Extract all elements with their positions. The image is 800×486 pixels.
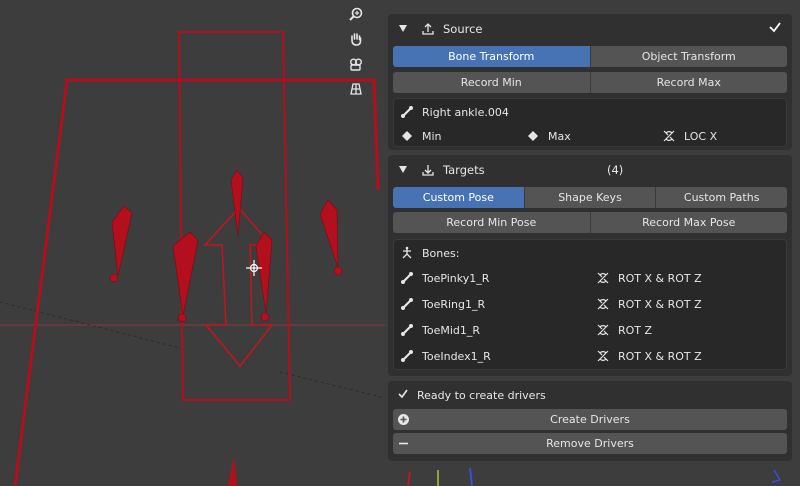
remove-drivers-button[interactable]: Remove Drivers [393,433,787,454]
create-drivers-button[interactable]: Create Drivers [393,409,787,430]
keyframe-diamond-icon [402,131,412,141]
grid-line [279,371,385,399]
driver-channel-icon [597,298,609,310]
target-bone-channels: ROT X & ROT Z [618,298,702,311]
targets-section: Targets (4) Custom Pose Shape Keys Custo… [388,155,792,376]
target-bone-name: ToeRing1_R [422,298,486,311]
armature-icon [402,246,412,259]
tab-custom-pose[interactable]: Custom Pose [393,187,525,208]
bones-header-row: Bones: [394,243,594,263]
3d-viewport[interactable] [0,0,385,486]
expand-arrow-icon[interactable] [399,25,407,32]
targets-title: Targets [443,163,485,177]
channel-row[interactable]: LOC X [656,126,776,146]
driver-channel-icon [663,130,675,142]
max-label: Max [548,130,571,143]
create-drivers-label: Create Drivers [550,413,630,426]
hand-pan-icon[interactable] [344,27,368,51]
list-item[interactable]: ToePinky1_R ROT X & ROT Z [394,268,786,288]
toe-bone [255,231,273,322]
source-mode-tabs: Bone Transform Object Transform [393,46,787,67]
actions-section: Ready to create drivers Create Drivers R… [388,381,792,461]
tab-shape-keys[interactable]: Shape Keys [524,187,657,208]
viewport-navigation [344,2,368,102]
source-bone-row[interactable]: Right ankle.004 [394,102,786,122]
keyframe-diamond-icon [528,131,538,141]
add-circle-icon [398,414,409,425]
remove-icon [399,442,408,445]
source-channel: LOC X [684,130,718,143]
record-min-pose-button[interactable]: Record Min Pose [393,212,591,233]
target-bone-channels: ROT X & ROT Z [618,350,702,363]
bone-icon [401,298,413,310]
download-icon [422,165,434,176]
bone-envelope [177,31,292,401]
object-transform-tab[interactable]: Object Transform [590,46,787,67]
bone-icon [401,272,413,284]
zoom-icon[interactable] [344,2,368,26]
bone-icon [401,350,413,362]
list-item[interactable]: ToeIndex1_R ROT X & ROT Z [394,346,786,366]
driver-channel-icon [597,350,609,362]
toe-bone [230,169,244,237]
bone-icon [401,106,413,118]
record-max-pose-button[interactable]: Record Max Pose [590,212,787,233]
tab-custom-paths[interactable]: Custom Paths [656,187,787,208]
status-row: Ready to create drivers [388,385,688,405]
source-bone-box: Right ankle.004 Min Max LOC X [393,98,787,147]
toe-bone [109,205,133,283]
toe-bone [172,231,199,323]
checkmark-icon [398,389,408,399]
armature-outline [13,78,380,486]
list-item[interactable]: ToeRing1_R ROT X & ROT Z [394,294,786,314]
driver-panel: Source Bone Transform Object Transform R… [388,10,794,486]
targets-count: (4) [607,163,624,177]
toe-bone [319,199,343,276]
source-record-buttons: Record Min Record Max [393,72,787,93]
record-max-button[interactable]: Record Max [590,72,787,93]
expand-arrow-icon[interactable] [399,166,407,173]
target-bone-name: ToeIndex1_R [422,350,491,363]
target-record-buttons: Record Min Pose Record Max Pose [393,212,787,233]
list-item[interactable]: ToeMid1_R ROT Z [394,320,786,340]
status-text: Ready to create drivers [417,389,546,402]
target-type-tabs: Custom Pose Shape Keys Custom Paths [393,187,787,208]
target-bones-box: Bones: ToePinky1_R ROT X & ROT Z ToeRing… [393,239,787,370]
target-bone-name: ToeMid1_R [422,324,481,337]
driver-channel-icon [597,324,609,336]
driver-channel-icon [597,272,609,284]
viewport-scene [0,31,385,486]
targets-header[interactable]: Targets (4) [388,155,792,185]
bone-icon [401,324,413,336]
upload-icon [422,23,434,35]
target-bone-channels: ROT X & ROT Z [618,272,702,285]
bone-transform-tab[interactable]: Bone Transform [393,46,591,67]
perspective-grid-icon[interactable] [344,77,368,101]
source-title: Source [443,22,483,36]
target-bone-name: ToePinky1_R [422,272,490,285]
bones-label: Bones: [422,247,460,260]
source-section: Source Bone Transform Object Transform R… [388,14,792,150]
source-header[interactable]: Source [388,14,792,44]
checkmark-icon [769,22,781,33]
min-row[interactable]: Min [394,126,524,146]
lower-editor-strip [407,467,782,486]
record-min-button[interactable]: Record Min [393,72,591,93]
min-label: Min [422,130,442,143]
remove-drivers-label: Remove Drivers [546,437,634,450]
target-bone-channels: ROT Z [618,324,653,337]
camera-icon[interactable] [344,52,368,76]
max-row[interactable]: Max [526,126,646,146]
source-bone-name: Right ankle.004 [422,106,509,119]
